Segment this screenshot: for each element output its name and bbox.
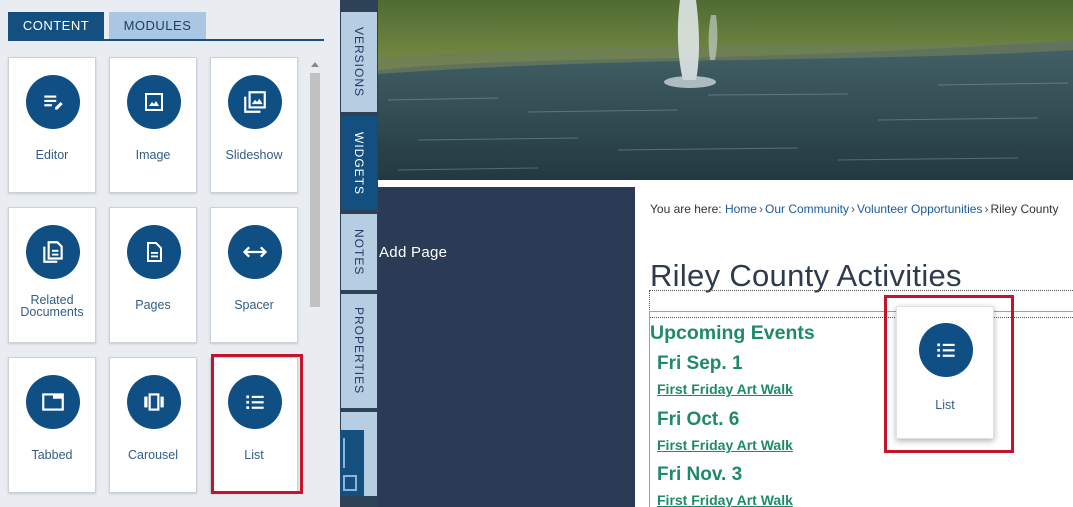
widget-label: Tabbed — [31, 448, 73, 462]
carousel-icon — [127, 375, 181, 429]
image-icon — [127, 75, 181, 129]
widget-panel: CONTENT MODULES Editor Image Slideshow R… — [0, 0, 340, 507]
widget-label: List — [935, 398, 955, 412]
tab-widgets[interactable]: WIDGETS — [341, 116, 377, 210]
spacer-icon — [228, 225, 282, 279]
tab-content[interactable]: CONTENT — [8, 12, 104, 39]
tab-modules[interactable]: MODULES — [109, 12, 206, 39]
panel-tabs: CONTENT MODULES — [8, 12, 324, 41]
widget-related-documents[interactable]: Related Documents — [8, 207, 96, 343]
widget-tabbed[interactable]: Tabbed — [8, 357, 96, 493]
tab-properties[interactable]: PROPERTIES — [341, 294, 377, 408]
breadcrumb-home[interactable]: Home — [725, 202, 757, 216]
header-photo — [378, 0, 1073, 180]
page-thumbnail-icon — [340, 430, 364, 496]
breadcrumb: You are here: Home › Our Community › Volunte… — [650, 202, 1059, 216]
event-link[interactable]: First Friday Art Walk — [657, 492, 793, 507]
pages-icon — [127, 225, 181, 279]
app-root: CONTENT MODULES Editor Image Slideshow R… — [0, 0, 1073, 507]
breadcrumb-our-community[interactable]: Our Community — [765, 202, 849, 216]
scrollbar-thumb[interactable] — [310, 73, 320, 307]
event-date: Fri Nov. 3 — [657, 464, 743, 485]
event-date: Fri Oct. 6 — [657, 409, 740, 430]
widget-slideshow[interactable]: Slideshow — [210, 57, 298, 193]
widget-image[interactable]: Image — [109, 57, 197, 193]
widget-label: Carousel — [127, 448, 179, 462]
widget-list[interactable]: List — [210, 357, 298, 493]
widget-spacer[interactable]: Spacer — [210, 207, 298, 343]
scroll-up-arrow-icon[interactable] — [311, 62, 319, 67]
breadcrumb-current: Riley County — [990, 202, 1059, 216]
tab-notes[interactable]: NOTES — [341, 214, 377, 290]
page-nav-panel — [378, 187, 635, 507]
breadcrumb-prefix: You are here: — [650, 202, 722, 216]
events-heading: Upcoming Events — [650, 322, 815, 344]
related-documents-icon — [26, 225, 80, 279]
breadcrumb-volunteer-opportunities[interactable]: Volunteer Opportunities — [857, 202, 982, 216]
widget-label: List — [244, 448, 264, 462]
widget-border — [650, 311, 1073, 312]
widget-label: Image — [135, 148, 171, 162]
widget-pages[interactable]: Pages — [109, 207, 197, 343]
widget-label: Editor — [35, 148, 69, 162]
widget-editor[interactable]: Editor — [8, 57, 96, 193]
widget-label: Pages — [135, 298, 171, 312]
widget-label: Related Documents — [20, 293, 84, 319]
list-icon — [228, 375, 282, 429]
event-link[interactable]: First Friday Art Walk — [657, 437, 793, 453]
page-content — [635, 187, 1073, 507]
event-date: Fri Sep. 1 — [657, 353, 743, 374]
page-title: Riley County Activities — [650, 258, 962, 293]
slideshow-icon — [228, 75, 282, 129]
event-link[interactable]: First Friday Art Walk — [657, 381, 793, 397]
tabbed-icon — [26, 375, 80, 429]
widget-label: Slideshow — [225, 148, 283, 162]
drop-zone[interactable] — [649, 290, 1073, 318]
list-icon — [919, 323, 973, 377]
widget-label: Spacer — [234, 298, 274, 312]
add-page-link[interactable]: Add Page — [379, 244, 447, 261]
tab-versions[interactable]: VERSIONS — [341, 12, 377, 112]
editor-icon — [26, 75, 80, 129]
dragged-list-widget[interactable]: List — [896, 306, 994, 439]
widget-carousel[interactable]: Carousel — [109, 357, 197, 493]
